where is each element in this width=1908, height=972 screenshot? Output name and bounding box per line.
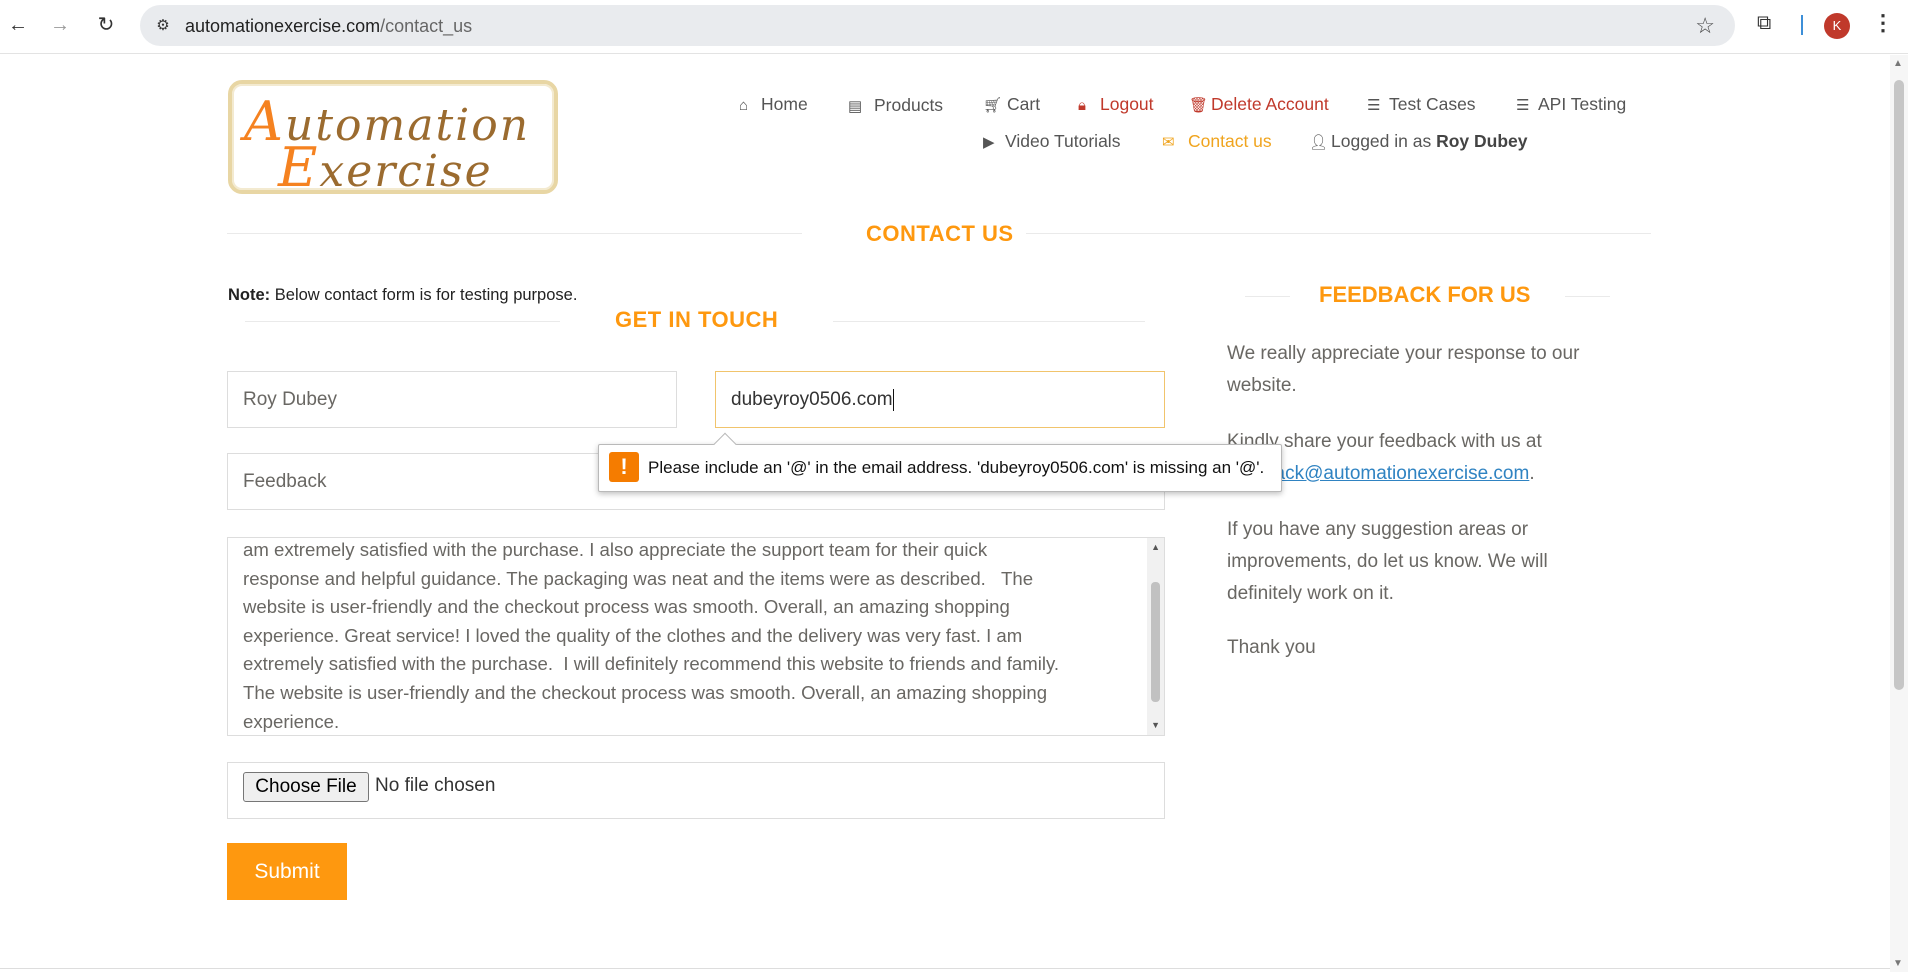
text-caret — [892, 388, 894, 411]
trash-icon: 🗑︎ — [1189, 97, 1209, 114]
nav-cart[interactable]: 🛒︎ Cart — [983, 94, 1040, 115]
browser-toolbar: ← → ↻ ⚙ automationexercise.com/contact_u… — [0, 0, 1908, 54]
site-logo[interactable]: Automation Exercise — [228, 80, 558, 199]
user-icon: 👤︎ — [1309, 134, 1329, 151]
warning-icon: ! — [609, 452, 639, 482]
feedback-paragraph-2: Kindly share your feedback with us at fe… — [1227, 431, 1542, 484]
email-field[interactable]: dubeyroy0506.com — [715, 371, 1165, 428]
submit-button[interactable]: Submit — [227, 843, 347, 900]
list-icon: ☰ — [1367, 97, 1381, 114]
textarea-scroll-thumb[interactable] — [1151, 582, 1160, 702]
feedback-paragraph-3: If you have any suggestion areas or impr… — [1227, 519, 1548, 604]
validation-message: Please include an '@' in the email addre… — [648, 458, 1265, 477]
divider-left — [227, 233, 802, 234]
site-info-icon[interactable]: ⚙ — [152, 15, 174, 37]
scroll-down-arrow-icon[interactable]: ▼ — [1893, 958, 1903, 969]
cart-icon: 🛒︎ — [983, 97, 1003, 114]
bookmark-star-icon[interactable]: ☆ — [1695, 13, 1715, 39]
feedback-divider-right — [1565, 296, 1610, 297]
name-value: Roy Dubey — [243, 388, 337, 410]
nav-video-tutorials[interactable]: ▶ Video Tutorials — [983, 131, 1120, 152]
subject-value: Feedback — [243, 470, 327, 492]
logo-line-2: Exercise — [278, 136, 493, 199]
file-upload-field: Choose File No file chosen — [227, 762, 1165, 819]
nav-logged-in: 👤︎ Logged in as Roy Dubey — [1309, 131, 1528, 151]
textarea-scroll-up-icon[interactable]: ▲ — [1151, 542, 1160, 552]
feedback-paragraph-1: We really appreciate your response to ou… — [1227, 343, 1580, 396]
file-status: No file chosen — [375, 775, 496, 796]
lock-icon: 🔒︎ — [1078, 97, 1086, 114]
tooltip-arrow — [713, 432, 737, 456]
divider-right — [1026, 233, 1651, 234]
email-value: dubeyroy0506.com — [731, 388, 893, 410]
browser-menu-icon[interactable]: ⋮ — [1872, 10, 1894, 36]
feedback-title: FEEDBACK FOR US — [1319, 282, 1531, 307]
nav-logout[interactable]: 🔒︎ Logout — [1078, 94, 1154, 115]
nav-api-testing[interactable]: ☰ API Testing — [1516, 94, 1626, 115]
feedback-divider-left — [1245, 296, 1290, 297]
envelope-icon: ✉ — [1162, 134, 1175, 151]
address-bar[interactable]: ⚙ automationexercise.com/contact_us ☆ — [140, 5, 1735, 46]
video-play-icon: ▶ — [983, 134, 995, 151]
scroll-up-arrow-icon[interactable]: ▲ — [1893, 58, 1903, 69]
extensions-icon[interactable]: ⧉ — [1757, 12, 1771, 35]
message-textarea[interactable]: am extremely satisfied with the purchase… — [227, 537, 1165, 736]
nav-delete-account[interactable]: 🗑︎ Delete Account — [1189, 94, 1329, 115]
logo-line-2-rest: xercise — [319, 146, 493, 197]
message-value: am extremely satisfied with the purchase… — [243, 539, 1060, 732]
page-title: CONTACT US — [866, 221, 1014, 246]
page-scroll-thumb[interactable] — [1894, 80, 1904, 690]
nav-contact-us[interactable]: ✉ Contact us — [1162, 131, 1272, 152]
url-text[interactable]: automationexercise.com/contact_us — [185, 16, 472, 37]
get-in-touch-divider-right — [833, 321, 1145, 322]
forward-arrow-icon[interactable]: → — [46, 11, 74, 39]
list-icon: ☰ — [1516, 97, 1530, 114]
validation-tooltip: ! Please include an '@' in the email add… — [598, 432, 1282, 492]
get-in-touch-title: GET IN TOUCH — [615, 307, 779, 332]
products-icon: ▤ — [848, 98, 863, 115]
toolbar-divider — [1801, 15, 1803, 35]
nav-products[interactable]: ▤ Products — [848, 95, 943, 116]
get-in-touch-divider-left — [245, 321, 560, 322]
reload-icon[interactable]: ↻ — [92, 11, 120, 39]
feedback-paragraph-4: Thank you — [1227, 637, 1316, 658]
choose-file-button[interactable]: Choose File — [243, 772, 369, 802]
textarea-scroll-down-icon[interactable]: ▼ — [1151, 720, 1160, 730]
nav-test-cases[interactable]: ☰ Test Cases — [1367, 94, 1476, 115]
form-note: Note: Below contact form is for testing … — [228, 286, 578, 304]
page-bottom-divider — [0, 968, 1890, 969]
profile-avatar[interactable]: K — [1824, 13, 1850, 39]
home-icon: ⌂ — [739, 97, 749, 114]
nav-home[interactable]: ⌂ Home — [739, 94, 808, 115]
back-arrow-icon[interactable]: ← — [4, 11, 32, 39]
name-field[interactable]: Roy Dubey — [227, 371, 677, 428]
